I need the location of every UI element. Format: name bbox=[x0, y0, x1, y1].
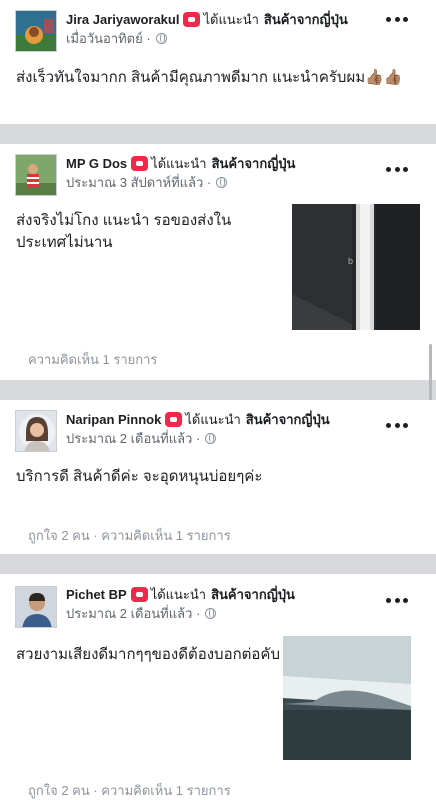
author-avatar[interactable] bbox=[15, 154, 57, 196]
review-meta: ประมาณ 3 สัปดาห์ที่แล้ว · bbox=[66, 172, 228, 193]
review-text: บริการดี สินค้าดีค่ะ จะอุดหนุนบ่อยๆค่ะ bbox=[16, 468, 263, 485]
svg-text:b: b bbox=[348, 256, 353, 266]
review-text: สวยงามเสียงดีมากๆๆของดีต้องบอกต่อคับ bbox=[16, 646, 280, 663]
review-footer[interactable]: ถูกใจ 2 คน · ความคิดเห็น 1 รายการ bbox=[28, 780, 231, 800]
recommend-badge-icon bbox=[130, 586, 148, 602]
review-header: Pichet BP ได้แนะนำ สินค้าจากญี่ปุ่น bbox=[66, 584, 295, 604]
more-options-icon[interactable] bbox=[386, 595, 408, 605]
page-link[interactable]: สินค้าจากญี่ปุ่น bbox=[212, 153, 296, 174]
product-photo-image bbox=[283, 636, 411, 760]
recommend-label: ได้แนะนำ bbox=[185, 411, 241, 427]
recommend-badge-icon bbox=[165, 411, 183, 427]
author-avatar[interactable] bbox=[15, 10, 57, 52]
review-item: Naripan Pinnok ได้แนะนำ สินค้าจากญี่ปุ่น… bbox=[0, 400, 436, 554]
recommend-label: ได้แนะนำ bbox=[150, 586, 207, 602]
page-link[interactable]: สินค้าจากญี่ปุ่น bbox=[246, 409, 330, 430]
avatar-woman-portrait-icon bbox=[16, 411, 56, 451]
recommend-badge-icon bbox=[183, 11, 201, 27]
avatar-landscape-icon bbox=[16, 11, 56, 51]
review-header: Naripan Pinnok ได้แนะนำ สินค้าจากญี่ปุ่น bbox=[66, 409, 330, 429]
review-text: ส่งเร็วทันใจมากก สินค้ามีคุณภาพดีมาก แนะ… bbox=[16, 69, 403, 86]
review-timestamp[interactable]: ประมาณ 2 เดือนที่แล้ว · bbox=[66, 603, 200, 624]
product-photo-image: b bbox=[292, 204, 420, 330]
scrollbar[interactable] bbox=[429, 344, 432, 400]
avatar-man-portrait-icon bbox=[16, 587, 56, 627]
review-photo[interactable]: b bbox=[292, 204, 420, 330]
globe-icon bbox=[205, 432, 217, 444]
reviews-feed: Jira Jariyaworakul ได้แนะนำ สินค้าจากญี่… bbox=[0, 0, 436, 800]
author-avatar[interactable] bbox=[15, 410, 57, 452]
review-header: MP G Dos ได้แนะนำ สินค้าจากญี่ปุ่น bbox=[66, 153, 295, 173]
more-options-icon[interactable] bbox=[386, 14, 408, 24]
review-timestamp[interactable]: เมื่อวันอาทิตย์ · bbox=[66, 28, 151, 49]
avatar-person-outdoor-icon bbox=[16, 155, 56, 195]
author-name[interactable]: MP G Dos bbox=[66, 156, 127, 171]
more-options-icon[interactable] bbox=[386, 164, 408, 174]
divider bbox=[0, 124, 436, 144]
review-meta: ประมาณ 2 เดือนที่แล้ว · bbox=[66, 428, 217, 449]
divider bbox=[0, 554, 436, 574]
recommend-badge-icon bbox=[131, 155, 149, 171]
review-timestamp[interactable]: ประมาณ 2 เดือนที่แล้ว · bbox=[66, 428, 200, 449]
globe-icon bbox=[216, 176, 228, 188]
more-options-icon[interactable] bbox=[386, 420, 408, 430]
author-name[interactable]: Naripan Pinnok bbox=[66, 412, 161, 427]
review-timestamp[interactable]: ประมาณ 3 สัปดาห์ที่แล้ว · bbox=[66, 172, 211, 193]
review-item: Pichet BP ได้แนะนำ สินค้าจากญี่ปุ่น ประม… bbox=[0, 574, 436, 800]
author-avatar[interactable] bbox=[15, 586, 57, 628]
review-header: Jira Jariyaworakul ได้แนะนำ สินค้าจากญี่… bbox=[66, 9, 348, 29]
recommend-label: ได้แนะนำ bbox=[203, 11, 259, 27]
review-footer[interactable]: ถูกใจ 2 คน · ความคิดเห็น 1 รายการ bbox=[28, 525, 231, 546]
recommend-label: ได้แนะนำ bbox=[151, 155, 207, 171]
review-item: MP G Dos ได้แนะนำ สินค้าจากญี่ปุ่น ประมา… bbox=[0, 144, 436, 380]
page-link[interactable]: สินค้าจากญี่ปุ่น bbox=[211, 584, 295, 605]
globe-icon bbox=[155, 32, 167, 44]
page-link[interactable]: สินค้าจากญี่ปุ่น bbox=[264, 9, 348, 30]
review-meta: เมื่อวันอาทิตย์ · bbox=[66, 29, 167, 47]
review-item: Jira Jariyaworakul ได้แนะนำ สินค้าจากญี่… bbox=[0, 0, 436, 124]
author-name[interactable]: Jira Jariyaworakul bbox=[66, 12, 179, 27]
review-meta: ประมาณ 2 เดือนที่แล้ว · bbox=[66, 603, 217, 624]
author-name[interactable]: Pichet BP bbox=[66, 587, 127, 602]
review-footer[interactable]: ความคิดเห็น 1 รายการ bbox=[28, 349, 157, 370]
review-photo[interactable] bbox=[283, 636, 411, 760]
review-text: ส่งจริงไม่โกง แนะนำ รอของส่งในประเทศไม่น… bbox=[16, 212, 232, 251]
divider bbox=[0, 380, 436, 400]
globe-icon bbox=[205, 607, 217, 619]
